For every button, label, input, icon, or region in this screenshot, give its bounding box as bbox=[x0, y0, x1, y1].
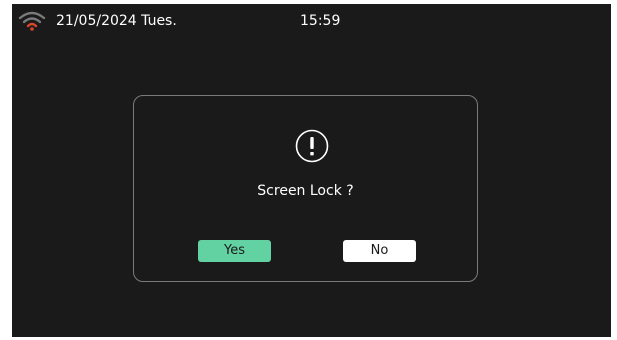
dialog-message: Screen Lock ? bbox=[257, 183, 354, 199]
wifi-icon bbox=[18, 11, 46, 31]
exclamation-circle-icon bbox=[295, 129, 329, 163]
status-bar: 21/05/2024 Tues. 15:59 bbox=[12, 4, 611, 38]
date-label: 21/05/2024 Tues. bbox=[56, 13, 177, 29]
clock-label: 15:59 bbox=[300, 13, 341, 29]
no-button[interactable]: No bbox=[343, 240, 416, 262]
yes-button[interactable]: Yes bbox=[198, 240, 271, 262]
device-screen: 21/05/2024 Tues. 15:59 Screen Lock ? Yes… bbox=[12, 4, 611, 337]
screen-lock-dialog: Screen Lock ? Yes No bbox=[133, 95, 478, 282]
